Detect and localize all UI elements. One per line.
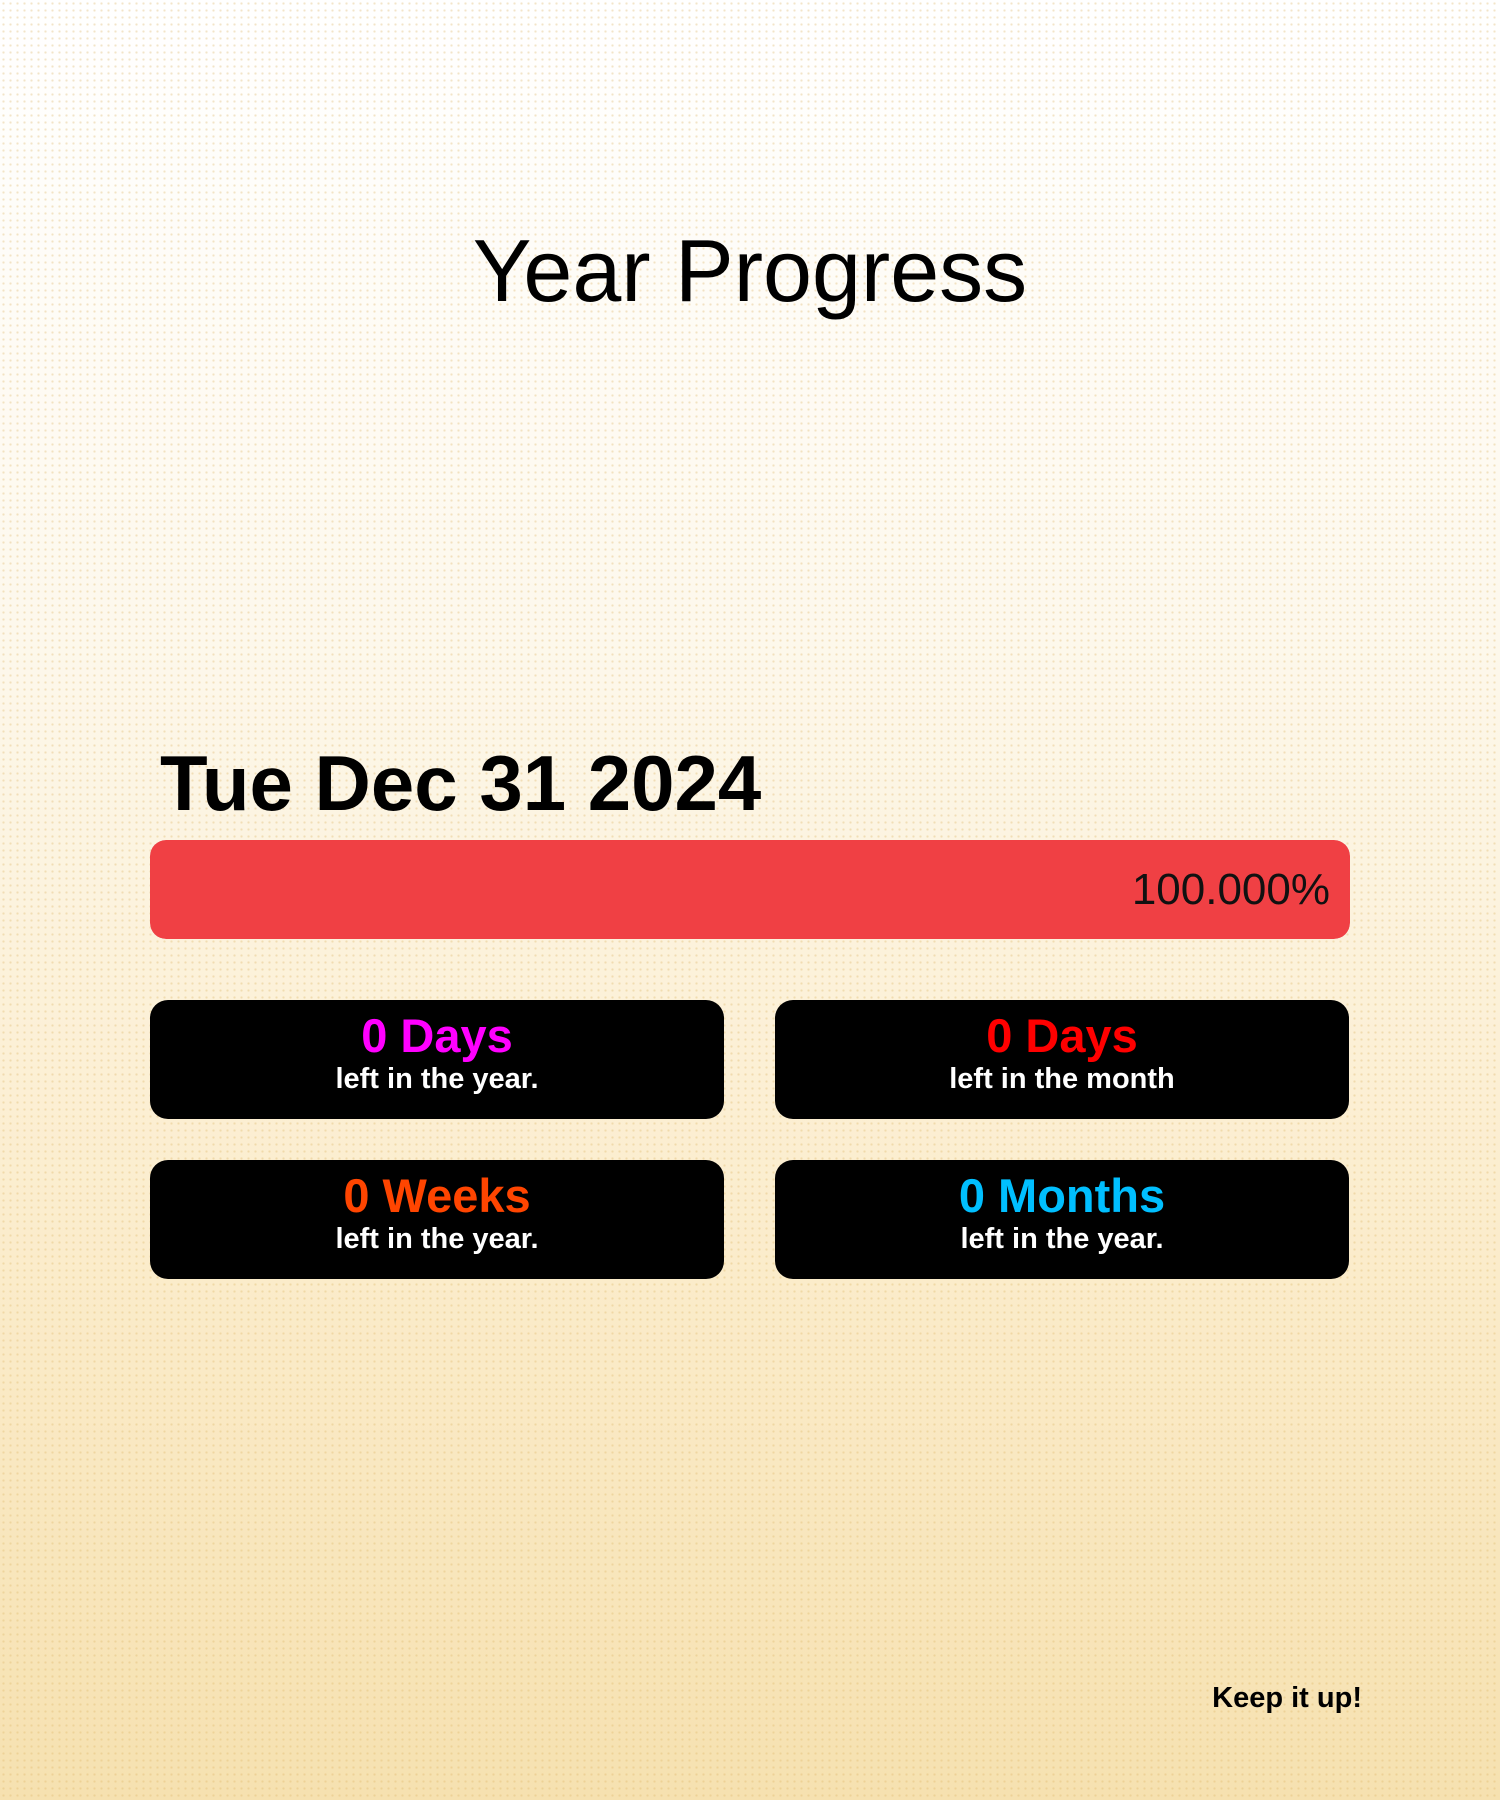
current-date: Tue Dec 31 2024 xyxy=(160,739,762,827)
card-value: 0 Weeks xyxy=(343,1169,531,1222)
card-value: 0 Days xyxy=(361,1009,513,1062)
card-caption: left in the month xyxy=(949,1063,1175,1095)
days-left-month-card: 0 Days left in the month xyxy=(775,1000,1349,1119)
footer-message: Keep it up! xyxy=(1212,1682,1362,1714)
card-caption: left in the year. xyxy=(960,1223,1164,1255)
card-value: 0 Months xyxy=(958,1169,1166,1222)
card-caption: left in the year. xyxy=(335,1063,539,1095)
page-title: Year Progress xyxy=(472,221,1028,320)
year-progress-bar: 100.000% xyxy=(150,840,1350,939)
months-left-year-card: 0 Months left in the year. xyxy=(775,1160,1349,1279)
progress-percent: 100.000% xyxy=(1131,865,1330,914)
card-value: 0 Days xyxy=(986,1009,1138,1062)
card-caption: left in the year. xyxy=(335,1223,539,1255)
weeks-left-year-card: 0 Weeks left in the year. xyxy=(150,1160,724,1279)
days-left-year-card: 0 Days left in the year. xyxy=(150,1000,724,1119)
